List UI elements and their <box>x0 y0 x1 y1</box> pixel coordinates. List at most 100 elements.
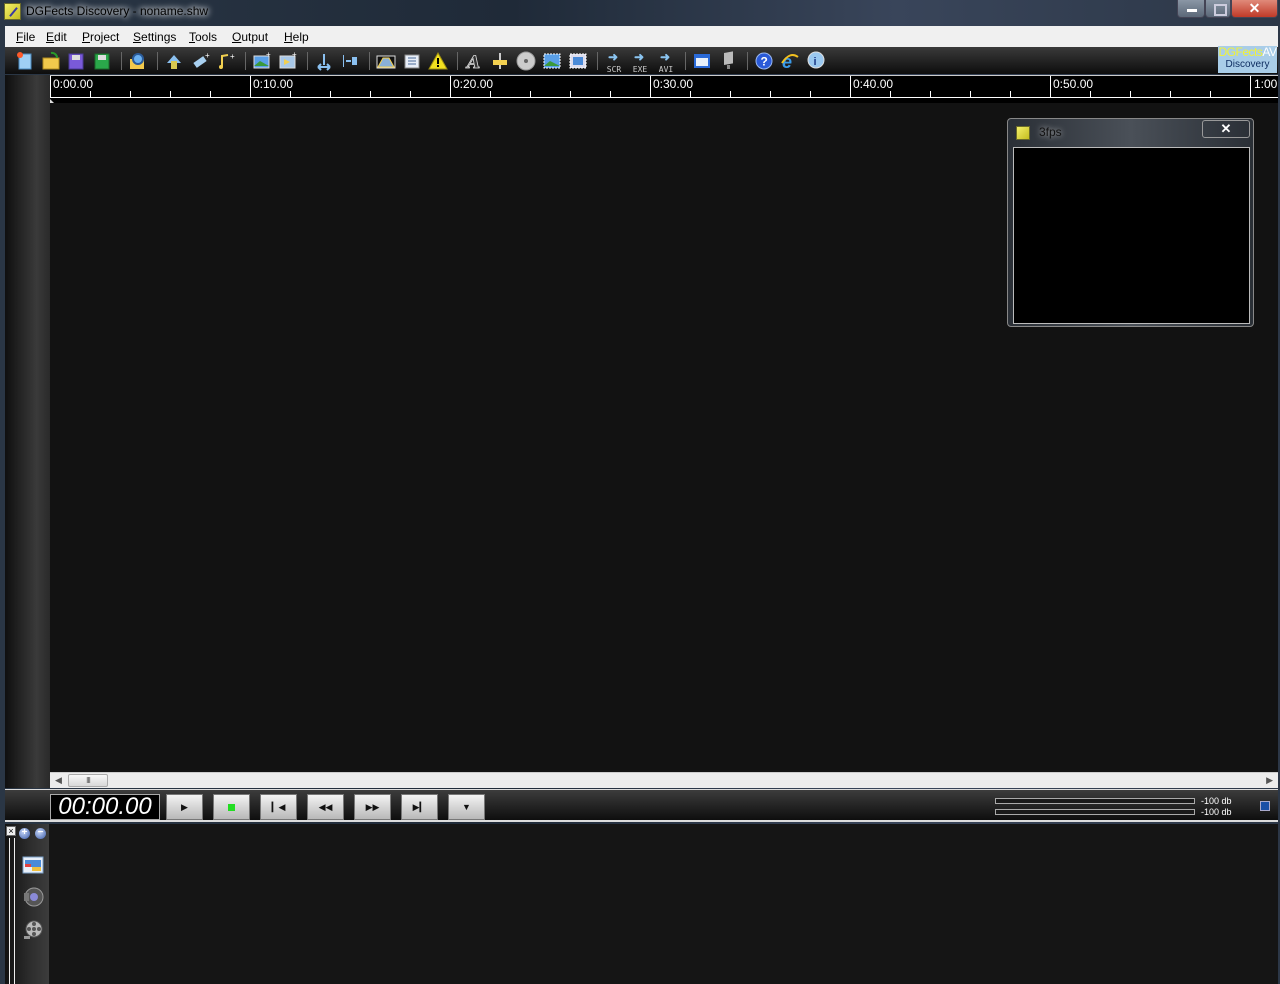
disc-button[interactable] <box>516 51 536 71</box>
preview-window-button[interactable] <box>692 51 712 71</box>
svg-text:i: i <box>814 56 817 68</box>
zoom-out-button[interactable]: − <box>35 828 46 839</box>
screen-button[interactable] <box>718 51 738 71</box>
add-image-button[interactable]: + <box>252 50 272 71</box>
swap-button[interactable] <box>164 51 184 71</box>
stretch-icon <box>314 54 334 75</box>
menu-accel: P <box>82 30 91 44</box>
close-button[interactable]: ✕ <box>1231 0 1278 18</box>
fast-forward-button[interactable]: ▶▶ <box>354 794 391 820</box>
envelope-button[interactable] <box>376 51 396 71</box>
bottom-panel <box>5 824 1278 984</box>
horizontal-scrollbar[interactable]: ◀ III ▶ <box>50 772 1278 788</box>
menu-output[interactable]: Output <box>232 30 268 44</box>
align-button[interactable] <box>340 51 360 71</box>
export-exe-button[interactable]: ➜ EXE <box>630 51 650 74</box>
menu-label-rest: roject <box>90 30 120 44</box>
svg-text:?: ? <box>761 55 768 69</box>
preview-app-icon <box>1016 126 1030 140</box>
export-exe-label: EXE <box>632 65 648 74</box>
stretch-button[interactable] <box>314 51 334 71</box>
preview-window[interactable]: 3fps ✕ <box>1007 118 1254 327</box>
new-project-button[interactable] <box>15 51 35 71</box>
text-button[interactable]: A <box>464 51 484 74</box>
ruler-minor-tick <box>1170 91 1171 97</box>
menu-edit[interactable]: Edit <box>46 30 67 44</box>
add-music-icon: + <box>216 52 236 75</box>
open-project-button[interactable] <box>41 51 61 71</box>
help-button[interactable]: ? <box>754 51 774 71</box>
add-tag-icon: + <box>190 51 210 75</box>
ruler-minor-tick <box>690 91 691 97</box>
chevron-down-icon: ▼ <box>462 802 471 812</box>
image-frame-button[interactable] <box>542 51 562 71</box>
toolbar-separator <box>457 52 458 70</box>
rewind-button[interactable]: ◀◀ <box>307 794 344 820</box>
add-effect-button[interactable]: + <box>278 50 298 71</box>
save-project-button[interactable] <box>66 51 86 71</box>
level-button[interactable] <box>490 51 510 71</box>
image-library-icon[interactable] <box>22 855 44 875</box>
export-scr-label: SCR <box>606 65 622 74</box>
info-button[interactable]: i <box>806 51 826 71</box>
toolbar-separator <box>597 52 598 70</box>
add-item-button[interactable]: + <box>190 51 210 71</box>
ruler-minor-tick <box>1130 91 1131 97</box>
export-scr-button[interactable]: ➜ SCR <box>604 50 624 74</box>
menu-file[interactable]: File <box>16 30 35 44</box>
menu-project[interactable]: Project <box>82 30 119 44</box>
ruler-minor-tick <box>1010 91 1011 97</box>
warning-button[interactable] <box>428 51 448 71</box>
audio-library-icon[interactable] <box>22 887 44 907</box>
browse-button[interactable] <box>128 51 148 71</box>
toolbar: + + + + A ➜ SCR ➜ EXE ➜ AVI? e i <box>5 47 1278 74</box>
menu-bar: File Edit Project Settings Tools Output Help <box>5 26 1278 47</box>
app-logo-icon <box>4 3 21 20</box>
open-folder-icon <box>41 51 61 75</box>
scroll-thumb[interactable]: III <box>68 774 108 787</box>
menu-label-rest: utput <box>241 30 269 44</box>
go-to-end-button[interactable]: ▶▎ <box>401 794 438 820</box>
zoom-in-button[interactable]: + <box>19 828 30 839</box>
scroll-left-arrow-icon[interactable]: ◀ <box>55 775 62 786</box>
info-icon: i <box>806 51 826 75</box>
scroll-right-arrow-icon[interactable]: ▶ <box>1266 775 1273 786</box>
ruler-label: 1:00 <box>1254 77 1278 91</box>
status-indicator[interactable] <box>1260 801 1270 811</box>
film-frame-button[interactable] <box>568 51 588 71</box>
preview-close-button[interactable]: ✕ <box>1202 120 1250 138</box>
add-music-button[interactable]: + <box>216 51 236 71</box>
menu-label-rest: elp <box>292 30 309 44</box>
minimize-button[interactable] <box>1177 0 1205 18</box>
web-button[interactable]: e <box>780 51 800 72</box>
skip-back-icon: ▎◀ <box>271 802 286 812</box>
menu-tools[interactable]: Tools <box>189 30 217 44</box>
svg-text:+: + <box>266 51 271 59</box>
bottom-splitter[interactable] <box>9 838 15 984</box>
bottom-panel-close-button[interactable]: × <box>6 826 16 836</box>
ruler-minor-tick <box>890 91 891 97</box>
app-window: DGFects Discovery - noname.shw ✕ File Edi… <box>0 0 1280 984</box>
menu-help[interactable]: Help <box>284 30 309 44</box>
export-arrow-icon: ➜ <box>608 50 619 64</box>
list-button[interactable] <box>402 51 422 71</box>
ruler-minor-tick <box>730 91 731 97</box>
more-options-button[interactable]: ▼ <box>448 794 485 820</box>
maximize-button[interactable] <box>1205 0 1231 18</box>
envelope-icon <box>376 55 396 75</box>
save-as-project-button[interactable] <box>92 51 112 71</box>
brand-logo[interactable]: DGFectsAV Discovery <box>1218 46 1277 73</box>
ruler-minor-tick <box>530 91 531 97</box>
menu-settings[interactable]: Settings <box>133 30 176 44</box>
go-to-start-button[interactable]: ▎◀ <box>260 794 297 820</box>
toolbar-separator <box>307 52 308 70</box>
svg-text:A: A <box>465 53 480 71</box>
stop-button[interactable] <box>213 794 250 820</box>
timeline-ruler[interactable]: 0:00.00 0:10.00 0:20.00 0:30.00 0:40.00 0:50.… <box>50 75 1278 104</box>
window-icon <box>692 54 712 75</box>
play-button[interactable]: ▶ <box>166 794 203 820</box>
menu-accel: S <box>133 30 142 44</box>
export-avi-button[interactable]: ➜ AVI <box>656 51 676 74</box>
video-library-icon[interactable] <box>22 920 44 940</box>
ruler-minor-tick <box>410 91 411 97</box>
